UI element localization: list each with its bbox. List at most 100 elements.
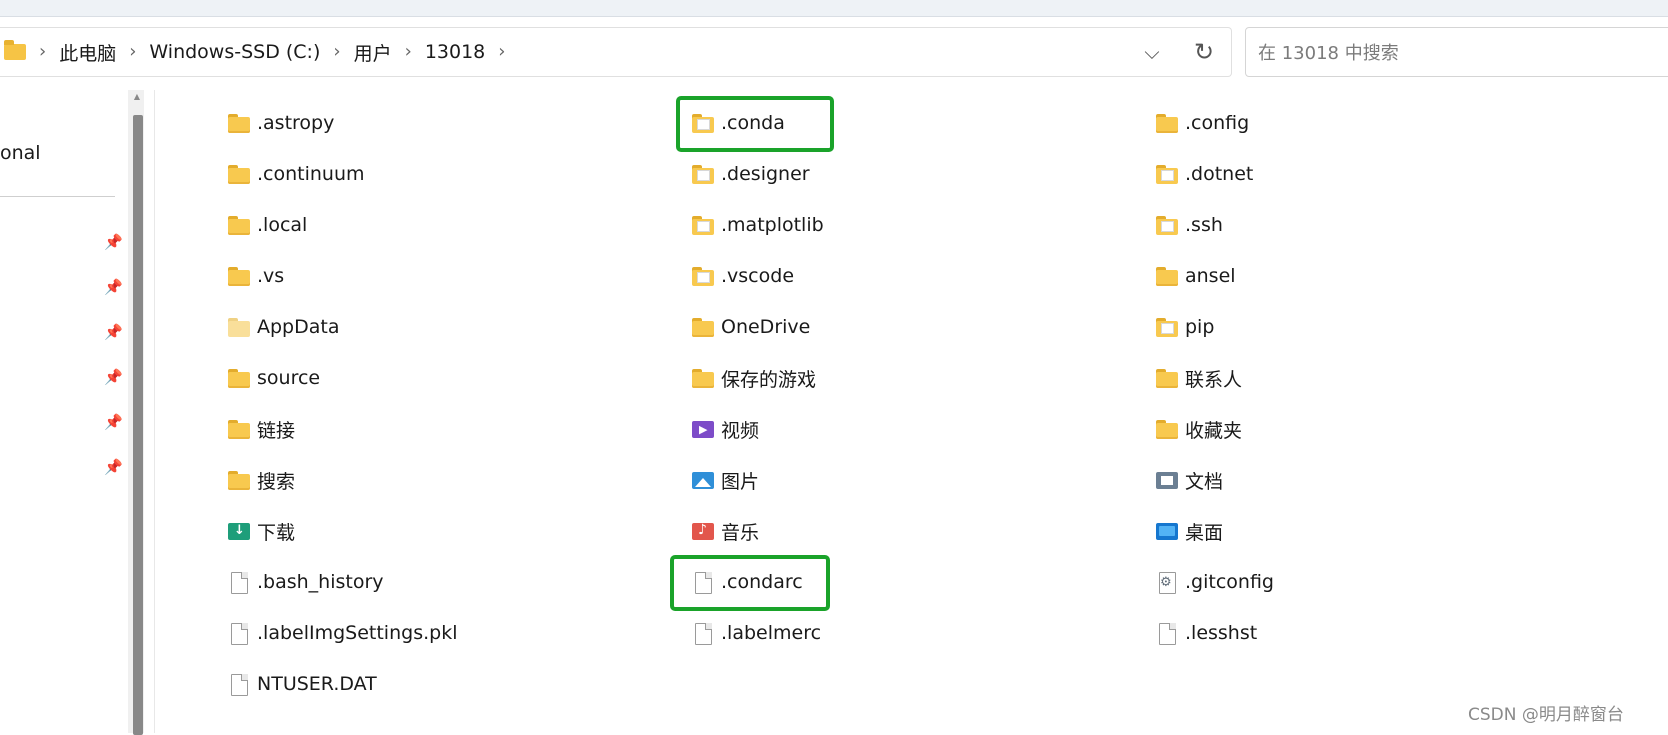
chevron-right-icon[interactable]: › xyxy=(333,43,340,61)
file-item[interactable]: 视频 xyxy=(691,414,759,444)
file-item[interactable]: OneDrive xyxy=(691,312,810,342)
file-item[interactable]: .bash_history xyxy=(227,567,384,597)
file-item[interactable]: .dotnet xyxy=(1155,159,1253,189)
pin-icon[interactable]: 📌 xyxy=(104,279,123,295)
folder-doc-icon xyxy=(1155,213,1179,237)
folder-doc-icon xyxy=(1155,315,1179,339)
file-item[interactable]: .ssh xyxy=(1155,210,1223,240)
file-item[interactable]: .astropy xyxy=(227,108,334,138)
file-item-name: .conda xyxy=(721,112,785,134)
document-sheet-icon xyxy=(697,221,710,232)
folder-icon xyxy=(227,468,251,492)
file-item[interactable]: 音乐 xyxy=(691,516,759,546)
file-item[interactable]: .vscode xyxy=(691,261,794,291)
folder-doc-icon xyxy=(691,111,715,135)
folder-icon xyxy=(4,40,26,60)
file-item-name: ansel xyxy=(1185,265,1236,287)
breadcrumb-item-this-pc[interactable]: 此电脑 xyxy=(59,39,116,66)
chevron-right-icon[interactable]: › xyxy=(498,43,505,61)
documents-folder-icon xyxy=(1155,468,1179,492)
file-item[interactable]: .local xyxy=(227,210,307,240)
scroll-up-arrow-icon[interactable]: ▲ xyxy=(132,92,142,102)
file-item[interactable]: 联系人 xyxy=(1155,363,1242,393)
document-sheet-icon xyxy=(697,272,710,283)
file-icon xyxy=(691,621,715,645)
download-folder-icon xyxy=(227,519,251,543)
file-item[interactable]: source xyxy=(227,363,320,393)
refresh-icon[interactable]: ↻ xyxy=(1190,38,1218,66)
file-item[interactable]: .conda xyxy=(691,108,785,138)
file-item[interactable]: 文档 xyxy=(1155,465,1223,495)
file-item-name: .condarc xyxy=(721,571,803,593)
folder-icon xyxy=(227,417,251,441)
chevron-right-icon[interactable]: › xyxy=(129,43,136,61)
nav-divider xyxy=(0,196,115,197)
file-item-name: 桌面 xyxy=(1185,521,1224,544)
file-item[interactable]: 图片 xyxy=(691,465,759,495)
chevron-right-icon[interactable]: › xyxy=(39,43,46,61)
file-item[interactable]: .designer xyxy=(691,159,810,189)
file-icon xyxy=(227,621,251,645)
file-item-name: .bash_history xyxy=(257,571,384,593)
file-item[interactable]: 搜索 xyxy=(227,465,295,495)
file-item[interactable]: .gitconfig xyxy=(1155,567,1274,597)
file-icon xyxy=(1155,621,1179,645)
file-item-name: .vscode xyxy=(721,265,795,287)
file-item-name: 文档 xyxy=(1185,470,1224,493)
file-item[interactable]: .config xyxy=(1155,108,1249,138)
file-item-name: 联系人 xyxy=(1185,368,1243,391)
breadcrumb-item-drive[interactable]: Windows-SSD (C:) xyxy=(149,41,320,63)
search-box[interactable] xyxy=(1245,27,1668,77)
file-item[interactable]: 桌面 xyxy=(1155,516,1223,546)
file-item-name: 搜索 xyxy=(257,470,296,493)
breadcrumb-item-users[interactable]: 用户 xyxy=(354,39,392,66)
navigation-pane: onal 📌 📌 📌 📌 📌 📌 xyxy=(0,90,132,733)
pin-icon[interactable]: 📌 xyxy=(104,369,123,385)
file-item[interactable]: .continuum xyxy=(227,159,365,189)
file-item-name: pip xyxy=(1185,316,1215,338)
folder-doc-icon xyxy=(691,264,715,288)
folder-icon xyxy=(227,111,251,135)
file-item[interactable]: 链接 xyxy=(227,414,295,444)
folder-doc-icon xyxy=(1155,162,1179,186)
breadcrumb-item-user-folder[interactable]: 13018 xyxy=(425,41,485,63)
scrollbar-thumb[interactable] xyxy=(133,115,143,735)
nav-item-label[interactable]: onal xyxy=(0,142,41,164)
file-item[interactable]: .labelImgSettings.pkl xyxy=(227,618,457,648)
file-item[interactable]: 收藏夹 xyxy=(1155,414,1242,444)
file-item[interactable]: NTUSER.DAT xyxy=(227,669,377,699)
file-item[interactable]: pip xyxy=(1155,312,1214,342)
pin-icon[interactable]: 📌 xyxy=(104,414,123,430)
video-folder-icon xyxy=(691,417,715,441)
desktop-folder-icon xyxy=(1155,519,1179,543)
file-item[interactable]: .labelmerc xyxy=(691,618,821,648)
pin-icon[interactable]: 📌 xyxy=(104,324,123,340)
file-item-name: .config xyxy=(1185,112,1250,134)
file-item[interactable]: ansel xyxy=(1155,261,1236,291)
file-item[interactable]: 保存的游戏 xyxy=(691,363,816,393)
file-item-name: 链接 xyxy=(257,419,296,442)
file-item[interactable]: 下载 xyxy=(227,516,295,546)
file-item-name: .labelImgSettings.pkl xyxy=(257,622,458,644)
file-icon xyxy=(227,570,251,594)
file-item-name: .gitconfig xyxy=(1185,571,1274,593)
file-item-name: .designer xyxy=(721,163,810,185)
file-item[interactable]: .lesshst xyxy=(1155,618,1257,648)
file-item-name: 视频 xyxy=(721,419,760,442)
file-item-name: OneDrive xyxy=(721,316,811,338)
file-item[interactable]: .matplotlib xyxy=(691,210,824,240)
address-bar[interactable]: › 此电脑 › Windows-SSD (C:) › 用户 › 13018 › … xyxy=(0,27,1232,77)
folder-icon xyxy=(227,162,251,186)
document-sheet-icon xyxy=(1161,170,1174,181)
search-input[interactable] xyxy=(1256,38,1660,68)
file-item[interactable]: .vs xyxy=(227,261,284,291)
chevron-right-icon[interactable]: › xyxy=(405,43,412,61)
pin-icon[interactable]: 📌 xyxy=(104,459,123,475)
folder-icon xyxy=(227,213,251,237)
file-item[interactable]: .condarc xyxy=(691,567,803,597)
file-item[interactable]: AppData xyxy=(227,312,340,342)
pin-icon[interactable]: 📌 xyxy=(104,234,123,250)
chevron-down-icon[interactable]: ⌵ xyxy=(1140,40,1164,64)
file-item-name: .lesshst xyxy=(1185,622,1258,644)
file-item-name: .local xyxy=(257,214,308,236)
